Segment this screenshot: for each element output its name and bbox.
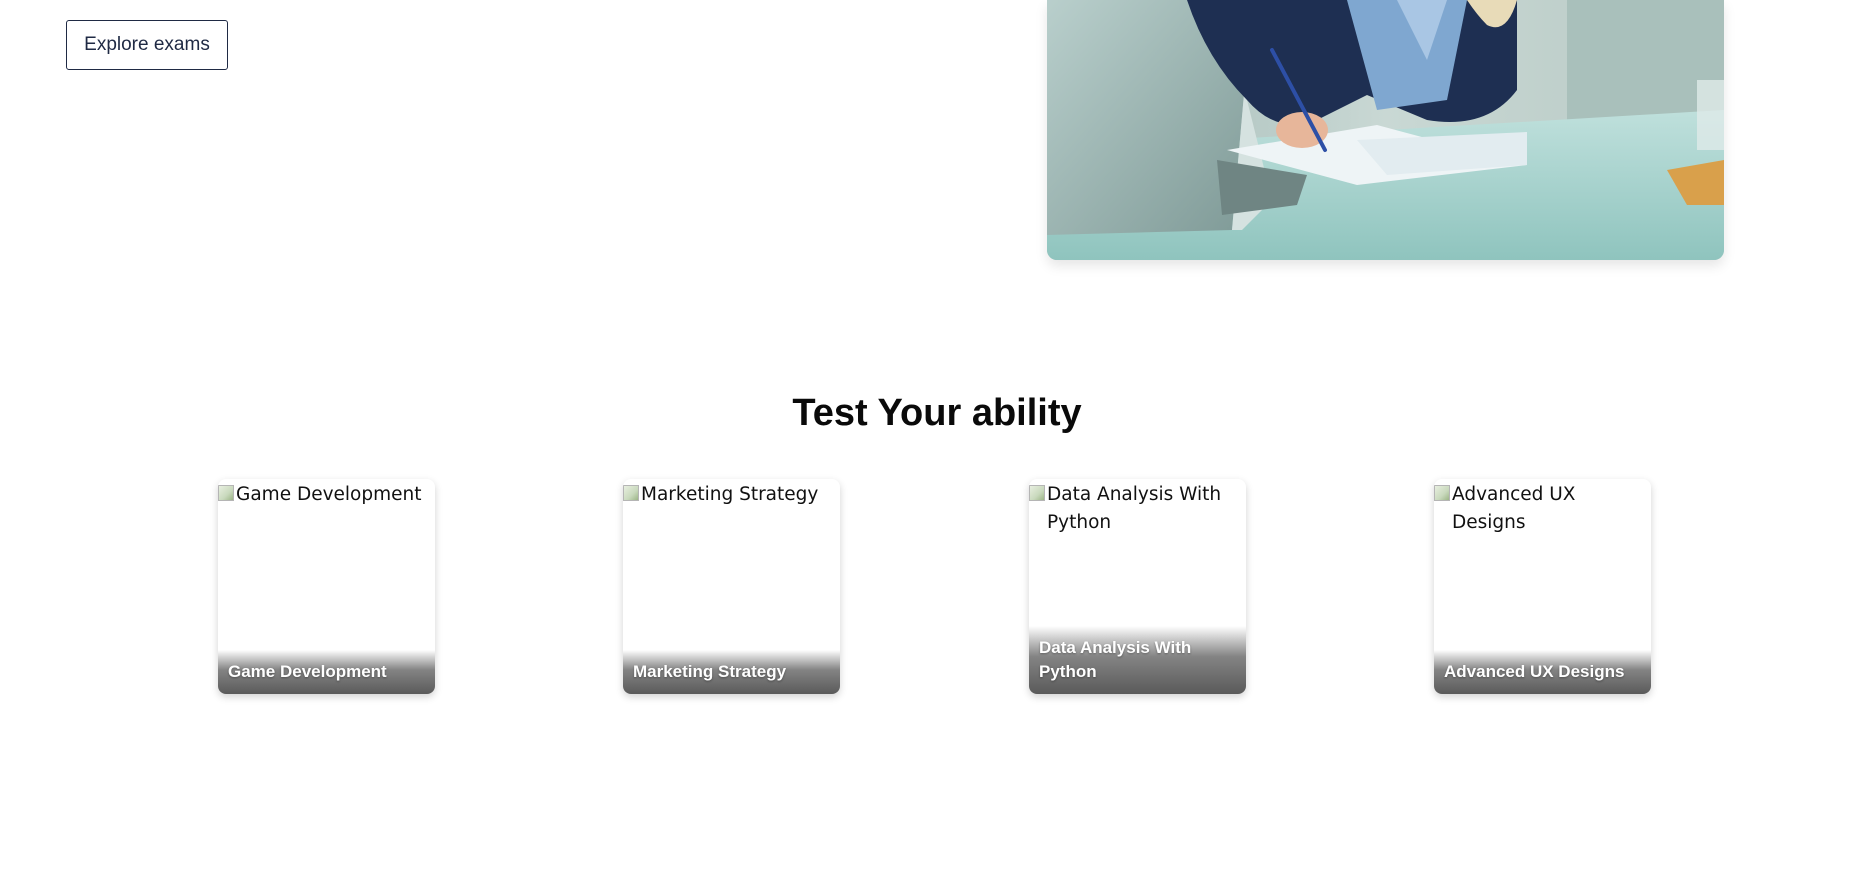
exam-image: Advanced UX Designs <box>1434 479 1651 537</box>
exam-title: Data Analysis With Python <box>1029 626 1246 694</box>
broken-image-icon <box>218 485 234 501</box>
exam-image-alt-text: Marketing Strategy <box>641 484 819 505</box>
exam-title: Advanced UX Designs <box>1434 650 1651 694</box>
exam-card-data-analysis[interactable]: Data Analysis With Python Data Analysis … <box>1029 479 1246 694</box>
exam-image: Marketing Strategy <box>623 479 840 509</box>
exam-image: Game Development <box>218 479 435 509</box>
exam-image: Data Analysis With Python <box>1029 479 1246 537</box>
exam-card-game-development[interactable]: Game Development Game Development <box>218 479 435 694</box>
explore-exams-button[interactable]: Explore exams <box>66 20 228 70</box>
broken-image-icon <box>1029 485 1045 501</box>
hero-image <box>1047 0 1724 260</box>
exam-title: Marketing Strategy <box>623 650 840 694</box>
exam-image-alt-text: Advanced UX Designs <box>1452 484 1576 533</box>
exam-title: Game Development <box>218 650 435 694</box>
broken-image-icon <box>623 485 639 501</box>
exam-card-advanced-ux[interactable]: Advanced UX Designs Advanced UX Designs <box>1434 479 1651 694</box>
exam-image-alt-text: Game Development <box>236 484 422 505</box>
exam-card-marketing-strategy[interactable]: Marketing Strategy Marketing Strategy <box>623 479 840 694</box>
exam-image-alt-text: Data Analysis With Python <box>1047 484 1222 533</box>
page: Explore exams Test Your ability Game Dev… <box>0 0 1865 876</box>
section-title: Test Your ability <box>792 392 1082 434</box>
broken-image-icon <box>1434 485 1450 501</box>
